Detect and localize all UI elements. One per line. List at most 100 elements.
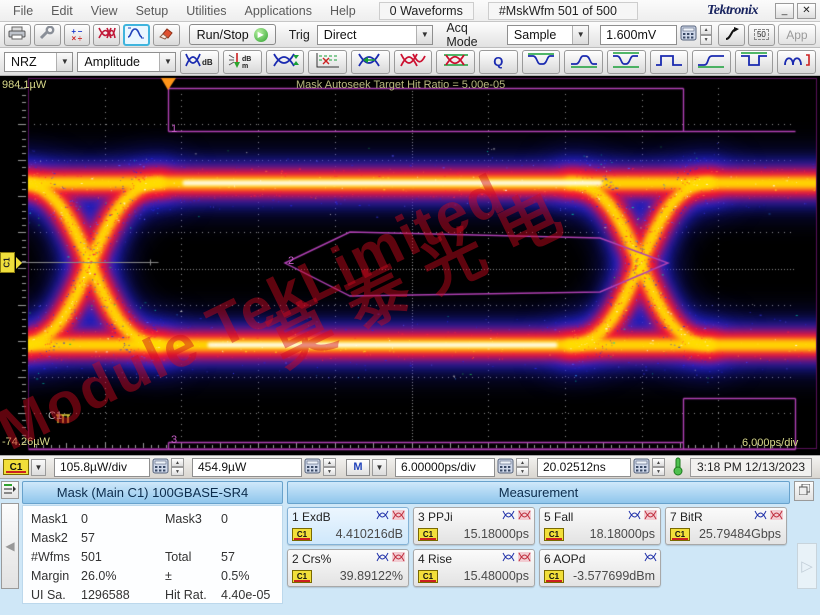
trigger-level-field[interactable]: 1.600mV [600,25,677,45]
vertical-offset-field[interactable]: 454.9µW [192,458,302,477]
panel-collapse-left-button[interactable]: ◀ [1,503,19,589]
fall-time-button[interactable] [735,50,774,74]
eye-amplitude-button[interactable] [436,50,475,74]
measurement-box-exdb[interactable]: 1 ExdB C1 4.410216dB [287,507,409,545]
channel-select-arrow[interactable]: ▼ [31,459,46,476]
gain-graph-button[interactable] [308,50,347,74]
mask-mini-icon[interactable] [392,552,405,562]
eye-mini-icon[interactable] [754,510,767,520]
stat-label: Mask1 [31,512,81,526]
vertical-scale-stepper[interactable]: ▲▼ [171,458,184,476]
mask-test-button[interactable] [93,24,120,46]
mask-mini-icon[interactable] [644,510,657,520]
trigger-level-stepper[interactable]: ▲▼ [700,25,712,45]
channel-reference-marker[interactable]: C1 [0,252,15,273]
stat-value: 0 [221,512,282,526]
menu-applications[interactable]: Applications [236,4,321,18]
trigger-source-select[interactable]: Direct ▼ [317,25,434,45]
menu-help[interactable]: Help [321,4,365,18]
eye-mini-icon[interactable] [502,552,515,562]
close-button[interactable]: ✕ [797,3,816,19]
math-select-arrow[interactable]: ▼ [372,459,387,476]
eye-width-button[interactable] [351,50,390,74]
menu-view[interactable]: View [82,4,127,18]
vertical-scale-field[interactable]: 105.8µW/div [54,458,150,477]
eye-mini-icon[interactable] [644,552,657,562]
mask-mini-icon[interactable] [392,510,405,520]
acq-mode-select[interactable]: Sample ▼ [507,25,589,45]
pulse-width-button[interactable] [650,50,689,74]
waveform-display-button[interactable] [123,24,150,46]
temperature-icon[interactable] [671,456,685,479]
stat-value: 4.40e-05 [221,588,282,602]
calculator-icon[interactable] [633,458,650,477]
panel-menu-button[interactable] [1,481,19,499]
extinction-ratio-db-button[interactable]: dB [180,50,219,74]
minimize-button[interactable]: _ [775,3,794,19]
stat-label: Hit Rat. [165,588,221,602]
menu-edit[interactable]: Edit [42,4,82,18]
measurement-box-crs[interactable]: 2 Crs% C1 39.89122% [287,549,409,587]
mask-panel-title[interactable]: Mask (Main C1) 100GBASE-SR4 [22,481,283,504]
burst-width-button[interactable] [777,50,816,74]
q-factor-button[interactable]: Q [479,50,518,74]
horizontal-position-field[interactable]: 20.02512ns [537,458,631,477]
horizontal-scale-stepper[interactable]: ▲▼ [516,458,529,476]
mask-eye-button[interactable] [394,50,433,74]
calculator-icon[interactable] [680,25,697,44]
stat-value: 26.0% [81,569,165,583]
trigger-slope-button[interactable] [718,24,745,46]
clear-data-button[interactable] [153,24,180,46]
extinction-ratio-db-icon: dB [185,51,215,72]
print-button[interactable] [4,24,31,46]
math-badge[interactable]: M [346,459,370,476]
horizontal-scale-field[interactable]: 6.00000ps/div [395,458,495,477]
eye-diagram-canvas[interactable] [0,76,820,455]
mask-mini-icon[interactable] [518,552,531,562]
datetime-display: 3:18 PM 12/13/2023 [690,458,812,477]
eye-mini-icon[interactable] [376,552,389,562]
panel-expand-right-button[interactable]: ▷ [797,543,817,589]
measurement-panel-title[interactable]: Measurement [287,481,790,504]
low-level-button[interactable] [564,50,603,74]
print-icon [8,26,26,43]
measurement-box-rise[interactable]: 4 Rise C1 15.48000ps [413,549,535,587]
mask-mini-icon[interactable] [770,510,783,520]
measurement-source-badge: C1 [418,528,438,541]
channel-badge[interactable]: C1 [3,459,29,475]
eye-mini-icon[interactable] [628,510,641,520]
run-stop-button[interactable]: Run/Stop ▶ [189,24,276,45]
measurement-box-aopd[interactable]: 6 AOPd C1 -3.577699dBm [539,549,661,587]
measurement-box-fall[interactable]: 5 Fall C1 18.18000ps [539,507,661,545]
calculator-icon[interactable] [497,458,514,477]
mask1-label: 1 [171,123,177,135]
measurement-box-ppji[interactable]: 3 PPJi C1 15.18000ps [413,507,535,545]
eye-mini-icon[interactable] [376,510,389,520]
setup-button[interactable] [34,24,61,46]
play-icon: ▶ [254,28,268,42]
mid-level-button[interactable] [607,50,646,74]
app-button[interactable]: App [778,24,816,45]
signal-type-select[interactable]: NRZ ▼ [4,52,73,72]
eye-height-button[interactable] [266,50,305,74]
tektronix-logo: Tektronix [707,3,758,19]
mask-mini-icon[interactable] [518,510,531,520]
horizontal-position-stepper[interactable]: ▲▼ [652,458,665,476]
math-button[interactable]: + −× ÷ [64,24,91,46]
measurement-box-bitr[interactable]: 7 BitR C1 25.79484Gbps [665,507,787,545]
waveform-display-area[interactable]: 984.1µW Mask Autoseek Target Hit Ratio =… [0,76,820,455]
menu-utilities[interactable]: Utilities [177,4,235,18]
menu-file[interactable]: File [4,4,42,18]
power-dbm-button[interactable]: dBm [223,50,262,74]
eye-mini-icon[interactable] [502,510,515,520]
calculator-icon[interactable] [152,458,169,477]
termination-button[interactable]: 50 [748,24,775,46]
panel-restore-button[interactable] [794,481,814,501]
eye-amplitude-icon [441,51,471,72]
measurement-category-select[interactable]: Amplitude ▼ [77,52,176,72]
vertical-offset-stepper[interactable]: ▲▼ [323,458,336,476]
calculator-icon[interactable] [304,458,321,477]
menu-setup[interactable]: Setup [127,4,178,18]
high-level-button[interactable] [522,50,561,74]
rise-time-button[interactable] [692,50,731,74]
